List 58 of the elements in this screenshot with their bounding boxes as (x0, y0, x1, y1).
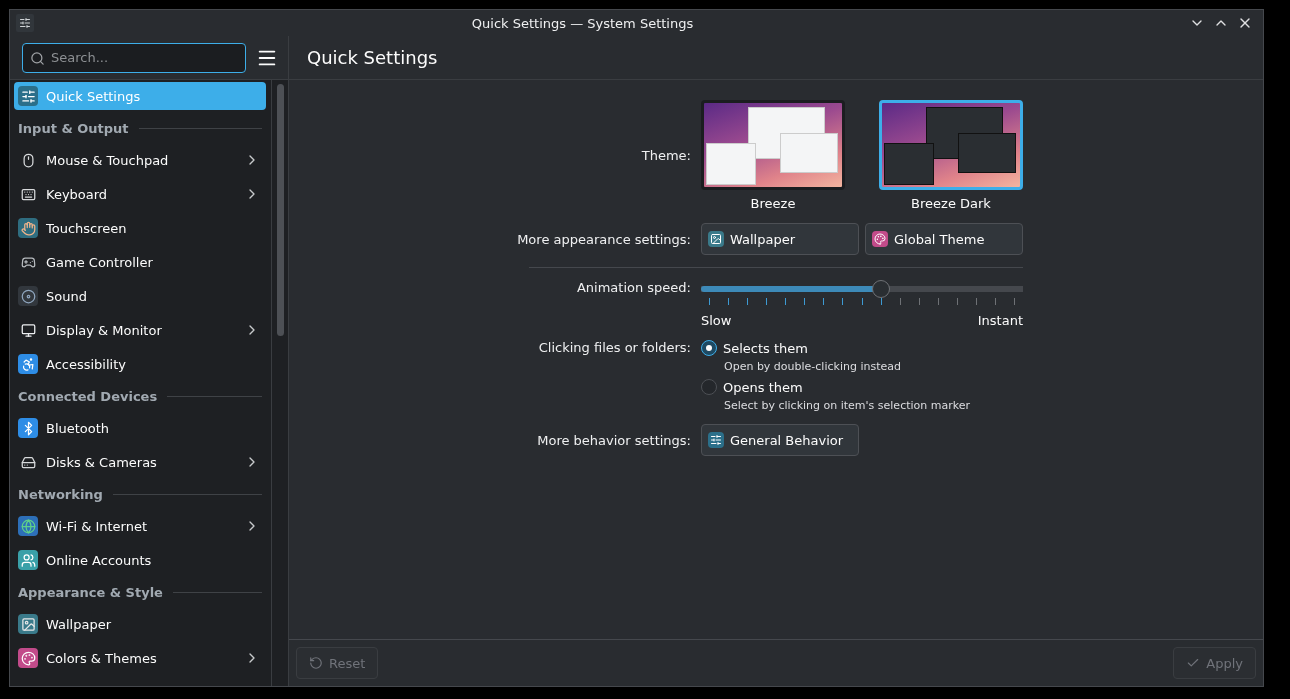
bluetooth-icon (18, 418, 38, 438)
sidebar-item[interactable]: Bluetooth (14, 414, 266, 442)
sidebar-item[interactable]: Sound (14, 282, 266, 310)
sliders-icon (708, 432, 724, 448)
section-heading: Connected Devices (18, 388, 158, 404)
sidebar-item[interactable]: Display & Monitor (14, 316, 266, 344)
sidebar-item[interactable]: Wallpaper (14, 610, 266, 638)
sidebar-item[interactable]: Mouse & Touchpad (14, 146, 266, 174)
behavior-label: More behavior settings: (537, 432, 691, 448)
theme-name: Breeze Dark (911, 196, 991, 211)
slider-max-label: Instant (977, 313, 1023, 328)
scrollbar-thumb[interactable] (276, 84, 284, 336)
settings-button[interactable]: General Behavior (701, 424, 859, 456)
section-heading: Input & Output (18, 120, 129, 136)
check-icon (1186, 656, 1201, 670)
theme-label: Theme: (641, 148, 691, 163)
appearance-label: More appearance settings: (517, 231, 691, 247)
slider-min-label: Slow (701, 313, 732, 328)
section-heading: Networking (18, 486, 103, 502)
sidebar-item[interactable]: Keyboard (14, 180, 266, 208)
accessibility-icon (18, 354, 38, 374)
theme-preview[interactable] (701, 100, 845, 190)
hand-icon (18, 218, 38, 238)
undo-icon (309, 656, 323, 670)
radio-label: Opens them (723, 379, 803, 395)
picture-icon (708, 231, 724, 247)
settings-button[interactable]: Wallpaper (701, 223, 859, 255)
section-heading: Appearance & Style (18, 584, 163, 600)
people-icon (18, 550, 38, 570)
sidebar-item[interactable]: Disks & Cameras (14, 448, 266, 476)
radio-hint: Open by double-clicking instead (724, 360, 902, 373)
sidebar-item[interactable]: Online Accounts (14, 546, 266, 574)
picture-icon (18, 614, 38, 634)
sidebar-item[interactable]: Accessibility (14, 350, 266, 378)
sidebar-item[interactable]: Touchscreen (14, 214, 266, 242)
palette-icon (872, 231, 888, 247)
radio-hint: Select by clicking on item's selection marker (724, 399, 971, 412)
globe-icon (18, 516, 38, 536)
window-title: Quick Settings — System Settings (470, 15, 695, 31)
theme-name: Breeze (750, 196, 796, 211)
settings-button[interactable]: Global Theme (865, 223, 1023, 255)
sidebar-item[interactable]: Colors & Themes (14, 644, 266, 672)
palette-icon (18, 648, 38, 668)
search-field[interactable]: Search... (22, 42, 246, 73)
radio-label: Selects them (723, 340, 808, 356)
radio-button[interactable] (701, 340, 717, 356)
sliders-icon (16, 14, 34, 32)
slider-handle[interactable] (872, 280, 891, 298)
animation-label: Animation speed: (576, 280, 691, 295)
sidebar-item[interactable]: Game Controller (14, 248, 266, 276)
page-title: Quick Settings (307, 47, 438, 68)
sliders-icon (18, 86, 38, 106)
clicking-label: Clicking files or folders: (538, 340, 691, 355)
theme-preview[interactable] (879, 100, 1023, 190)
knob-icon (18, 286, 38, 306)
search-icon (30, 50, 45, 66)
sidebar-item[interactable]: Wi-Fi & Internet (14, 512, 266, 540)
radio-button[interactable] (701, 379, 717, 395)
